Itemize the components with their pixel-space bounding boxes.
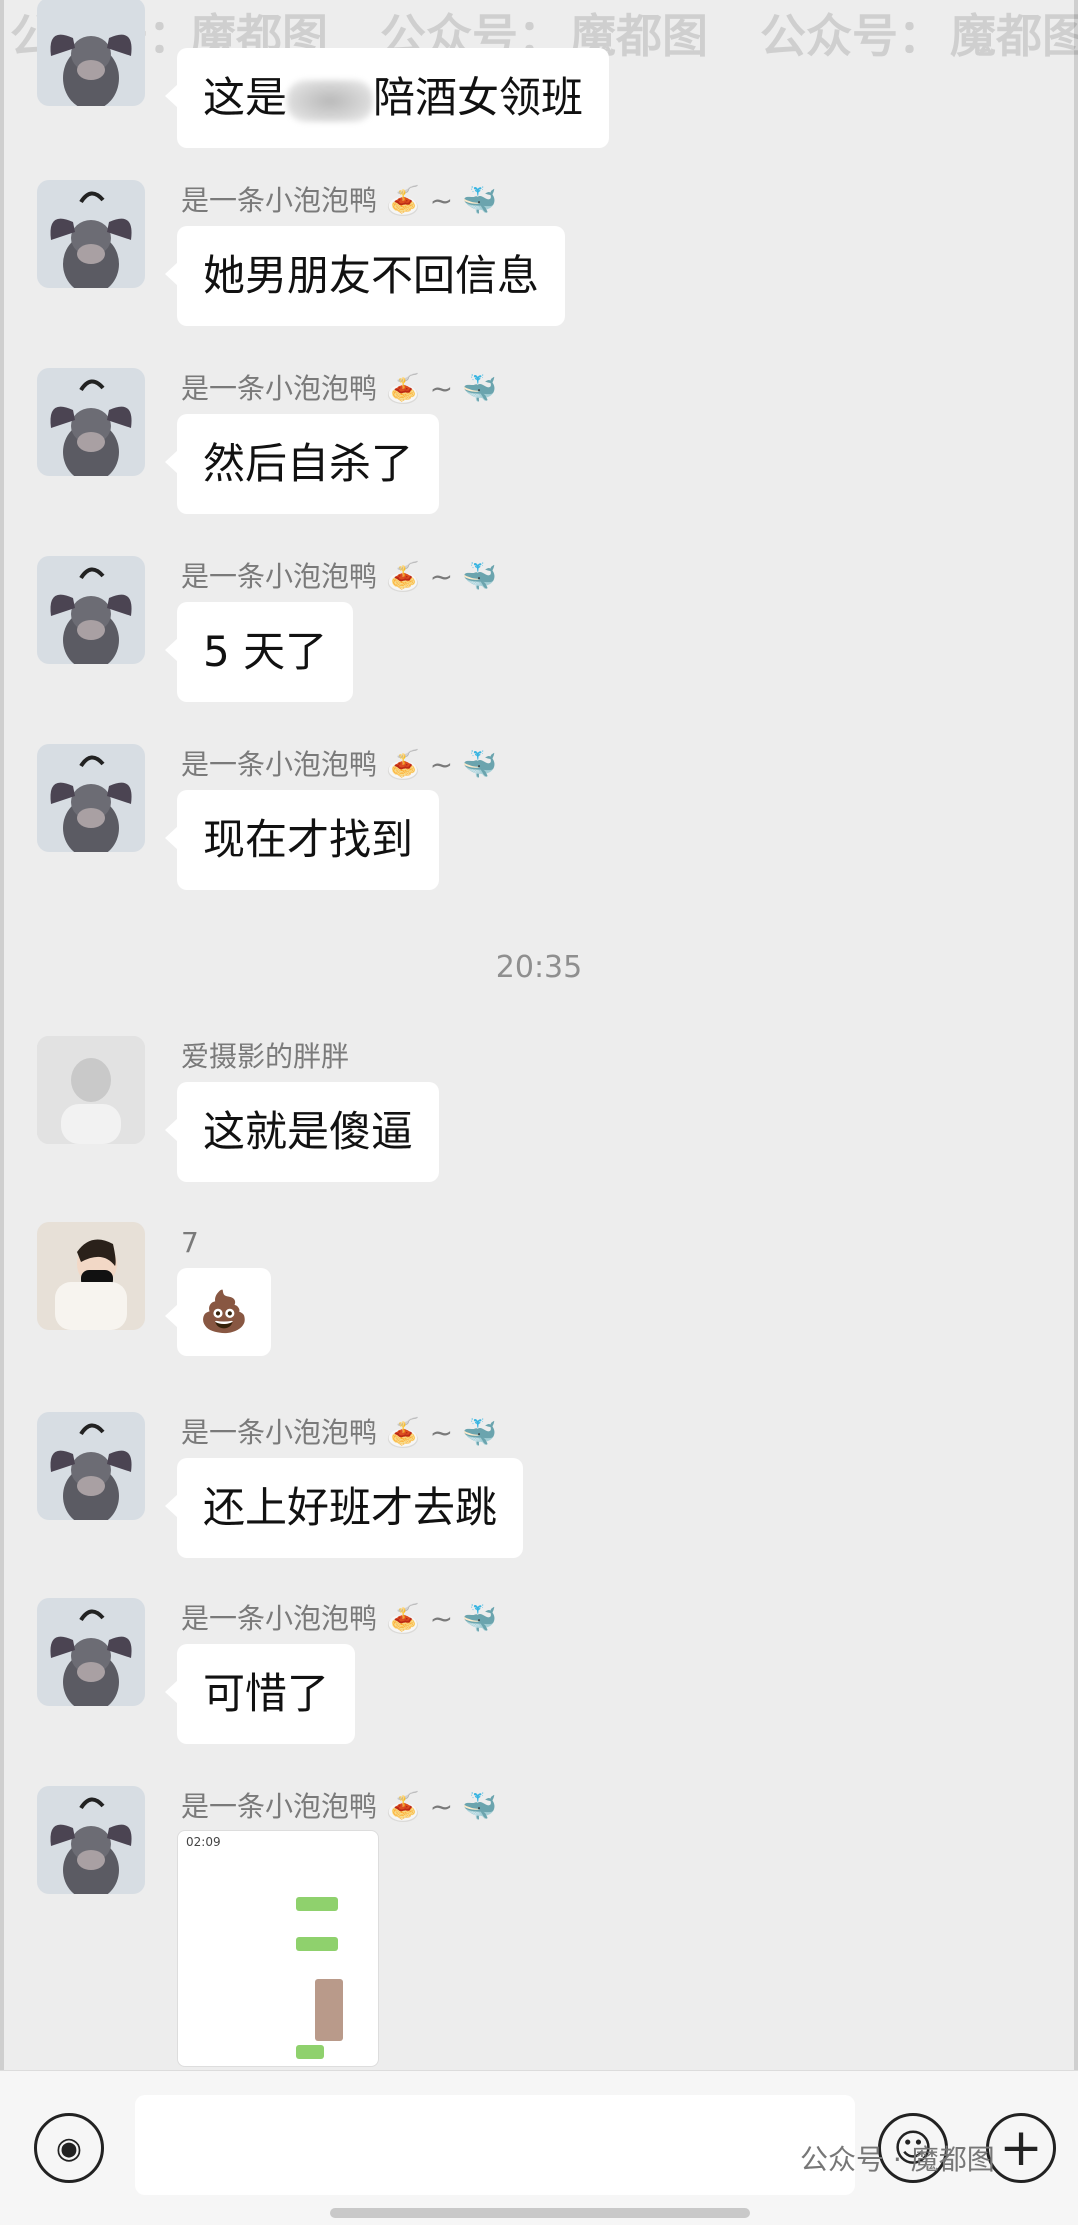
blurred-text [287, 79, 374, 122]
voice-icon: ◉ [55, 2130, 83, 2166]
person-with-mask-avatar-icon [37, 1222, 145, 1330]
sender-name: 是一条小泡泡鸭 🍝 ~ 🐳 [181, 560, 497, 593]
home-indicator[interactable] [330, 2208, 750, 2218]
message-bubble[interactable]: 5 天了 [164, 602, 354, 702]
sender-name: 是一条小泡泡鸭 🍝 ~ 🐳 [181, 184, 497, 217]
sender-name: 是一条小泡泡鸭 🍝 ~ 🐳 [181, 1602, 497, 1635]
avatar[interactable] [37, 368, 145, 476]
thumbnail-topbar: 02:09 [186, 1835, 221, 1849]
message-bubble[interactable]: 可惜了 [164, 1644, 356, 1744]
donkey-avatar-icon [37, 556, 145, 664]
message-bubble[interactable]: 💩 [165, 1268, 271, 1356]
sender-name: 是一条小泡泡鸭 🍝 ~ 🐳 [181, 1790, 497, 1823]
plus-icon: + [999, 2118, 1043, 2178]
donkey-avatar-icon [37, 1598, 145, 1706]
message-bubble[interactable]: 她男朋友不回信息 [164, 226, 566, 326]
voice-button[interactable]: ◉ [34, 2113, 104, 2183]
avatar[interactable] [37, 1786, 145, 1894]
sender-name: 爱摄影的胖胖 [181, 1040, 350, 1073]
donkey-avatar-icon [37, 368, 145, 476]
message-bubble[interactable]: 这是 陪酒女领班 [164, 48, 610, 148]
message-bubble[interactable]: 然后自杀了 [164, 414, 440, 514]
donkey-avatar-icon [37, 1412, 145, 1520]
avatar[interactable] [37, 0, 145, 106]
sender-name: 是一条小泡泡鸭 🍝 ~ 🐳 [181, 1416, 497, 1449]
footer-tag: 公众号 · 魔都图 [800, 2143, 995, 2176]
timestamp: 20:35 [495, 950, 583, 985]
avatar[interactable] [37, 1222, 145, 1330]
avatar[interactable] [37, 1036, 145, 1144]
avatar[interactable] [37, 556, 145, 664]
avatar[interactable] [37, 1598, 145, 1706]
sender-name: 7 [181, 1226, 199, 1259]
message-bubble[interactable]: 还上好班才去跳 [164, 1458, 524, 1558]
avatar[interactable] [37, 1412, 145, 1520]
thumbnail-green-bubble [296, 2045, 324, 2059]
thumbnail-green-bubble [296, 1937, 338, 1951]
donkey-avatar-icon [37, 0, 145, 106]
avatar[interactable] [37, 744, 145, 852]
image-message-thumbnail[interactable]: 02:09 [177, 1830, 379, 2067]
screen-frame [0, 0, 1078, 2224]
message-bubble[interactable]: 现在才找到 [164, 790, 440, 890]
donkey-avatar-icon [37, 180, 145, 288]
thumbnail-green-bubble [296, 1897, 338, 1911]
thumbnail-photo [315, 1979, 343, 2041]
message-bubble[interactable]: 这就是傻逼 [164, 1082, 440, 1182]
donkey-avatar-icon [37, 1786, 145, 1894]
message-input[interactable] [135, 2095, 855, 2195]
person-avatar-icon [37, 1036, 145, 1144]
plus-button[interactable]: + [986, 2113, 1056, 2183]
sender-name: 是一条小泡泡鸭 🍝 ~ 🐳 [181, 372, 497, 405]
sender-name: 是一条小泡泡鸭 🍝 ~ 🐳 [181, 748, 497, 781]
donkey-avatar-icon [37, 744, 145, 852]
avatar[interactable] [37, 180, 145, 288]
